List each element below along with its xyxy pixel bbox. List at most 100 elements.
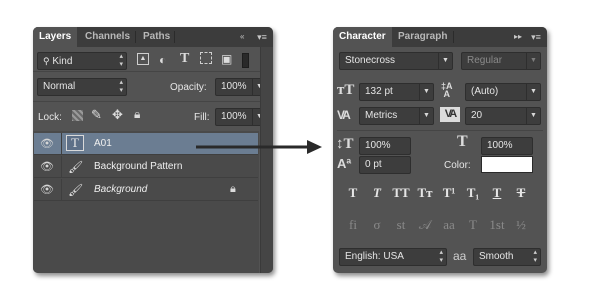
eye-icon[interactable]: 👁︎ — [40, 138, 54, 150]
shape-layer-filter-icon[interactable] — [200, 52, 212, 64]
color-swatch[interactable] — [481, 156, 533, 173]
font-size-value: 132 pt — [365, 86, 393, 97]
eye-icon[interactable]: 👁︎ — [40, 184, 54, 196]
baseline-shift-icon: Aª — [337, 156, 352, 171]
font-family-value: Stonecross — [345, 55, 396, 66]
vertical-scale-icon: ↕T — [336, 136, 354, 152]
brush-icon: 🖌︎ — [68, 183, 84, 197]
kerning-icon: VA — [337, 108, 351, 122]
kerning-field[interactable]: Metrics ▼ — [359, 107, 434, 125]
opacity-label: Opacity: — [170, 82, 207, 93]
layers-scrollbar[interactable] — [260, 47, 273, 273]
all-caps-button[interactable]: TT — [392, 185, 410, 201]
dropdown-arrow-icon[interactable]: ▼ — [526, 108, 540, 124]
dropdown-arrow-icon[interactable]: ▼ — [419, 108, 433, 124]
layer-name: Background Pattern — [94, 161, 183, 172]
dropdown-arrow-icon[interactable]: ▼ — [526, 53, 540, 69]
tab-paths[interactable]: Paths — [137, 27, 176, 47]
panel-menu-icon[interactable]: ▾≡ — [255, 32, 269, 42]
anti-alias-icon: aa — [453, 249, 467, 263]
dropdown-arrow-icon[interactable]: ▼ — [438, 53, 452, 69]
blend-mode-select[interactable]: Normal ▴ ▾ — [37, 78, 127, 96]
brush-icon: 🖌︎ — [68, 160, 84, 174]
fractions-button[interactable]: ½ — [512, 217, 530, 233]
underline-button[interactable]: T — [488, 185, 506, 201]
tab-paragraph[interactable]: Paragraph — [392, 27, 453, 47]
lock-icon: 🔒︎ — [230, 183, 236, 195]
smart-object-filter-icon[interactable]: ▣ — [221, 52, 232, 66]
stylistic-alternates-button[interactable]: aa — [440, 217, 458, 233]
eye-icon[interactable]: 👁︎ — [40, 161, 54, 173]
tab-character[interactable]: Character — [333, 27, 392, 47]
language-value: English: USA — [345, 251, 404, 262]
font-family-select[interactable]: Stonecross ▼ — [339, 52, 453, 70]
arrow-graphic — [196, 140, 322, 154]
adjustment-layer-filter-icon[interactable]: ◐ — [159, 53, 166, 67]
horizontal-scale-icon: T — [457, 133, 468, 150]
titling-alternates-button[interactable]: T — [464, 217, 482, 233]
panel-menu-icon[interactable]: ▾≡ — [529, 32, 543, 42]
character-tab-bar: Character Paragraph ▸▸ ▾≡ — [333, 27, 547, 47]
tab-layers[interactable]: Layers — [33, 27, 78, 47]
pixel-layer-filter-icon[interactable]: ▲ — [137, 53, 149, 65]
small-caps-button[interactable]: Tт — [416, 185, 434, 201]
faux-italic-button[interactable]: T — [368, 185, 386, 201]
character-panel: Character Paragraph ▸▸ ▾≡ Stonecross ▼ R… — [333, 27, 547, 273]
filter-kind-select[interactable]: ⚲ Kind ▴ ▾ — [37, 52, 127, 70]
contextual-alternates-button[interactable]: σ — [368, 217, 386, 233]
tracking-value: 20 — [471, 110, 483, 121]
dropdown-arrow-icon[interactable]: ▼ — [419, 84, 433, 100]
leading-field[interactable]: (Auto) ▼ — [465, 83, 541, 101]
baseline-shift-value: 0 pt — [365, 159, 382, 170]
dropdown-arrow-icon[interactable]: ▼ — [526, 84, 540, 100]
updown-arrows-icon: ▴ ▾ — [439, 249, 443, 264]
font-size-icon: ᴛT — [337, 82, 355, 98]
language-select[interactable]: English: USA ▴ ▾ — [339, 248, 447, 266]
layer-row-background-pattern[interactable]: 👁︎ 🖌︎ Background Pattern — [34, 156, 258, 178]
kerning-value: Metrics — [365, 110, 398, 121]
updown-arrows-icon: ▴ ▾ — [119, 53, 123, 68]
leading-value: (Auto) — [471, 86, 499, 97]
anti-alias-value: Smooth — [479, 251, 514, 262]
horizontal-scale-field[interactable]: 100% — [481, 137, 533, 155]
tab-channels[interactable]: Channels — [79, 27, 136, 47]
filter-toggle-switch[interactable] — [242, 53, 249, 68]
faux-bold-button[interactable]: T — [344, 185, 362, 201]
collapse-icon[interactable]: ▸▸ — [514, 32, 526, 42]
lock-label: Lock: — [38, 112, 62, 123]
anti-alias-select[interactable]: Smooth ▴ ▾ — [473, 248, 541, 266]
swash-button[interactable]: 𝒜 — [416, 217, 434, 233]
baseline-shift-field[interactable]: 0 pt — [359, 156, 411, 174]
layer-row-background[interactable]: 👁︎ 🖌︎ Background 🔒︎ — [34, 179, 258, 201]
font-size-field[interactable]: 132 pt ▼ — [359, 83, 434, 101]
collapse-icon[interactable]: « — [240, 32, 252, 42]
discretionary-ligatures-button[interactable]: st — [392, 217, 410, 233]
font-style-select[interactable]: Regular ▼ — [461, 52, 541, 70]
vertical-scale-field[interactable]: 100% — [359, 137, 411, 155]
lock-image-pixels-icon[interactable]: ✎ — [91, 107, 102, 123]
layer-name: Background — [94, 184, 148, 195]
type-layer-filter-icon[interactable]: T — [180, 51, 189, 67]
tracking-icon: VA — [440, 107, 460, 122]
lock-transparency-icon[interactable] — [72, 110, 83, 121]
superscript-button[interactable]: T¹ — [440, 185, 458, 201]
strikethrough-button[interactable]: Ŧ — [512, 185, 530, 201]
layers-tab-bar: Layers Channels Paths « ▾≡ — [33, 27, 273, 47]
lock-position-icon[interactable]: ✥ — [112, 107, 123, 123]
updown-arrows-icon: ▴ ▾ — [119, 79, 123, 94]
lock-all-icon[interactable]: 🔒︎ — [134, 107, 140, 122]
subscript-button[interactable]: T₁ — [464, 185, 482, 201]
updown-arrows-icon: ▴ ▾ — [533, 249, 537, 264]
fill-label: Fill: — [194, 112, 210, 123]
filter-kind-label: Kind — [52, 56, 73, 67]
font-style-value: Regular — [467, 55, 503, 66]
fill-value: 100% — [221, 111, 247, 122]
search-icon: ⚲ — [43, 56, 50, 66]
ordinals-button[interactable]: 1st — [488, 217, 506, 233]
layer-name: A01 — [94, 138, 112, 149]
tracking-field[interactable]: 20 ▼ — [465, 107, 541, 125]
horizontal-scale-value: 100% — [487, 140, 513, 151]
leading-icon: ‡A A — [441, 81, 453, 99]
blend-mode-value: Normal — [43, 81, 76, 92]
ligatures-button[interactable]: fi — [344, 217, 362, 233]
